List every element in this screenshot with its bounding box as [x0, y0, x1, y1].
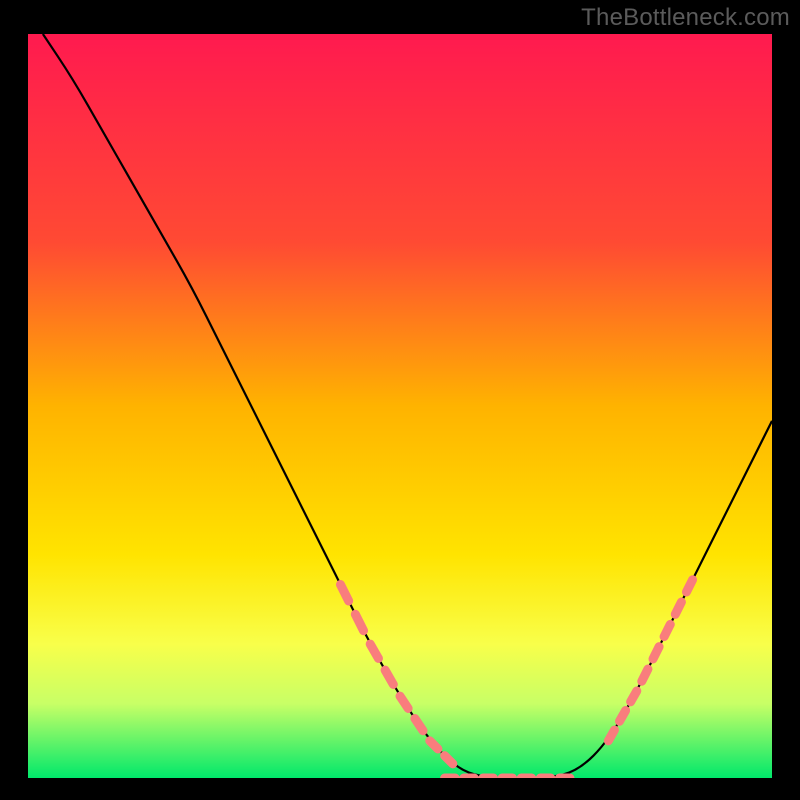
plot-svg	[28, 34, 772, 778]
watermark-text: TheBottleneck.com	[581, 4, 790, 32]
gradient-background	[28, 34, 772, 778]
chart-stage: TheBottleneck.com	[0, 0, 800, 800]
plot-area	[28, 34, 772, 778]
